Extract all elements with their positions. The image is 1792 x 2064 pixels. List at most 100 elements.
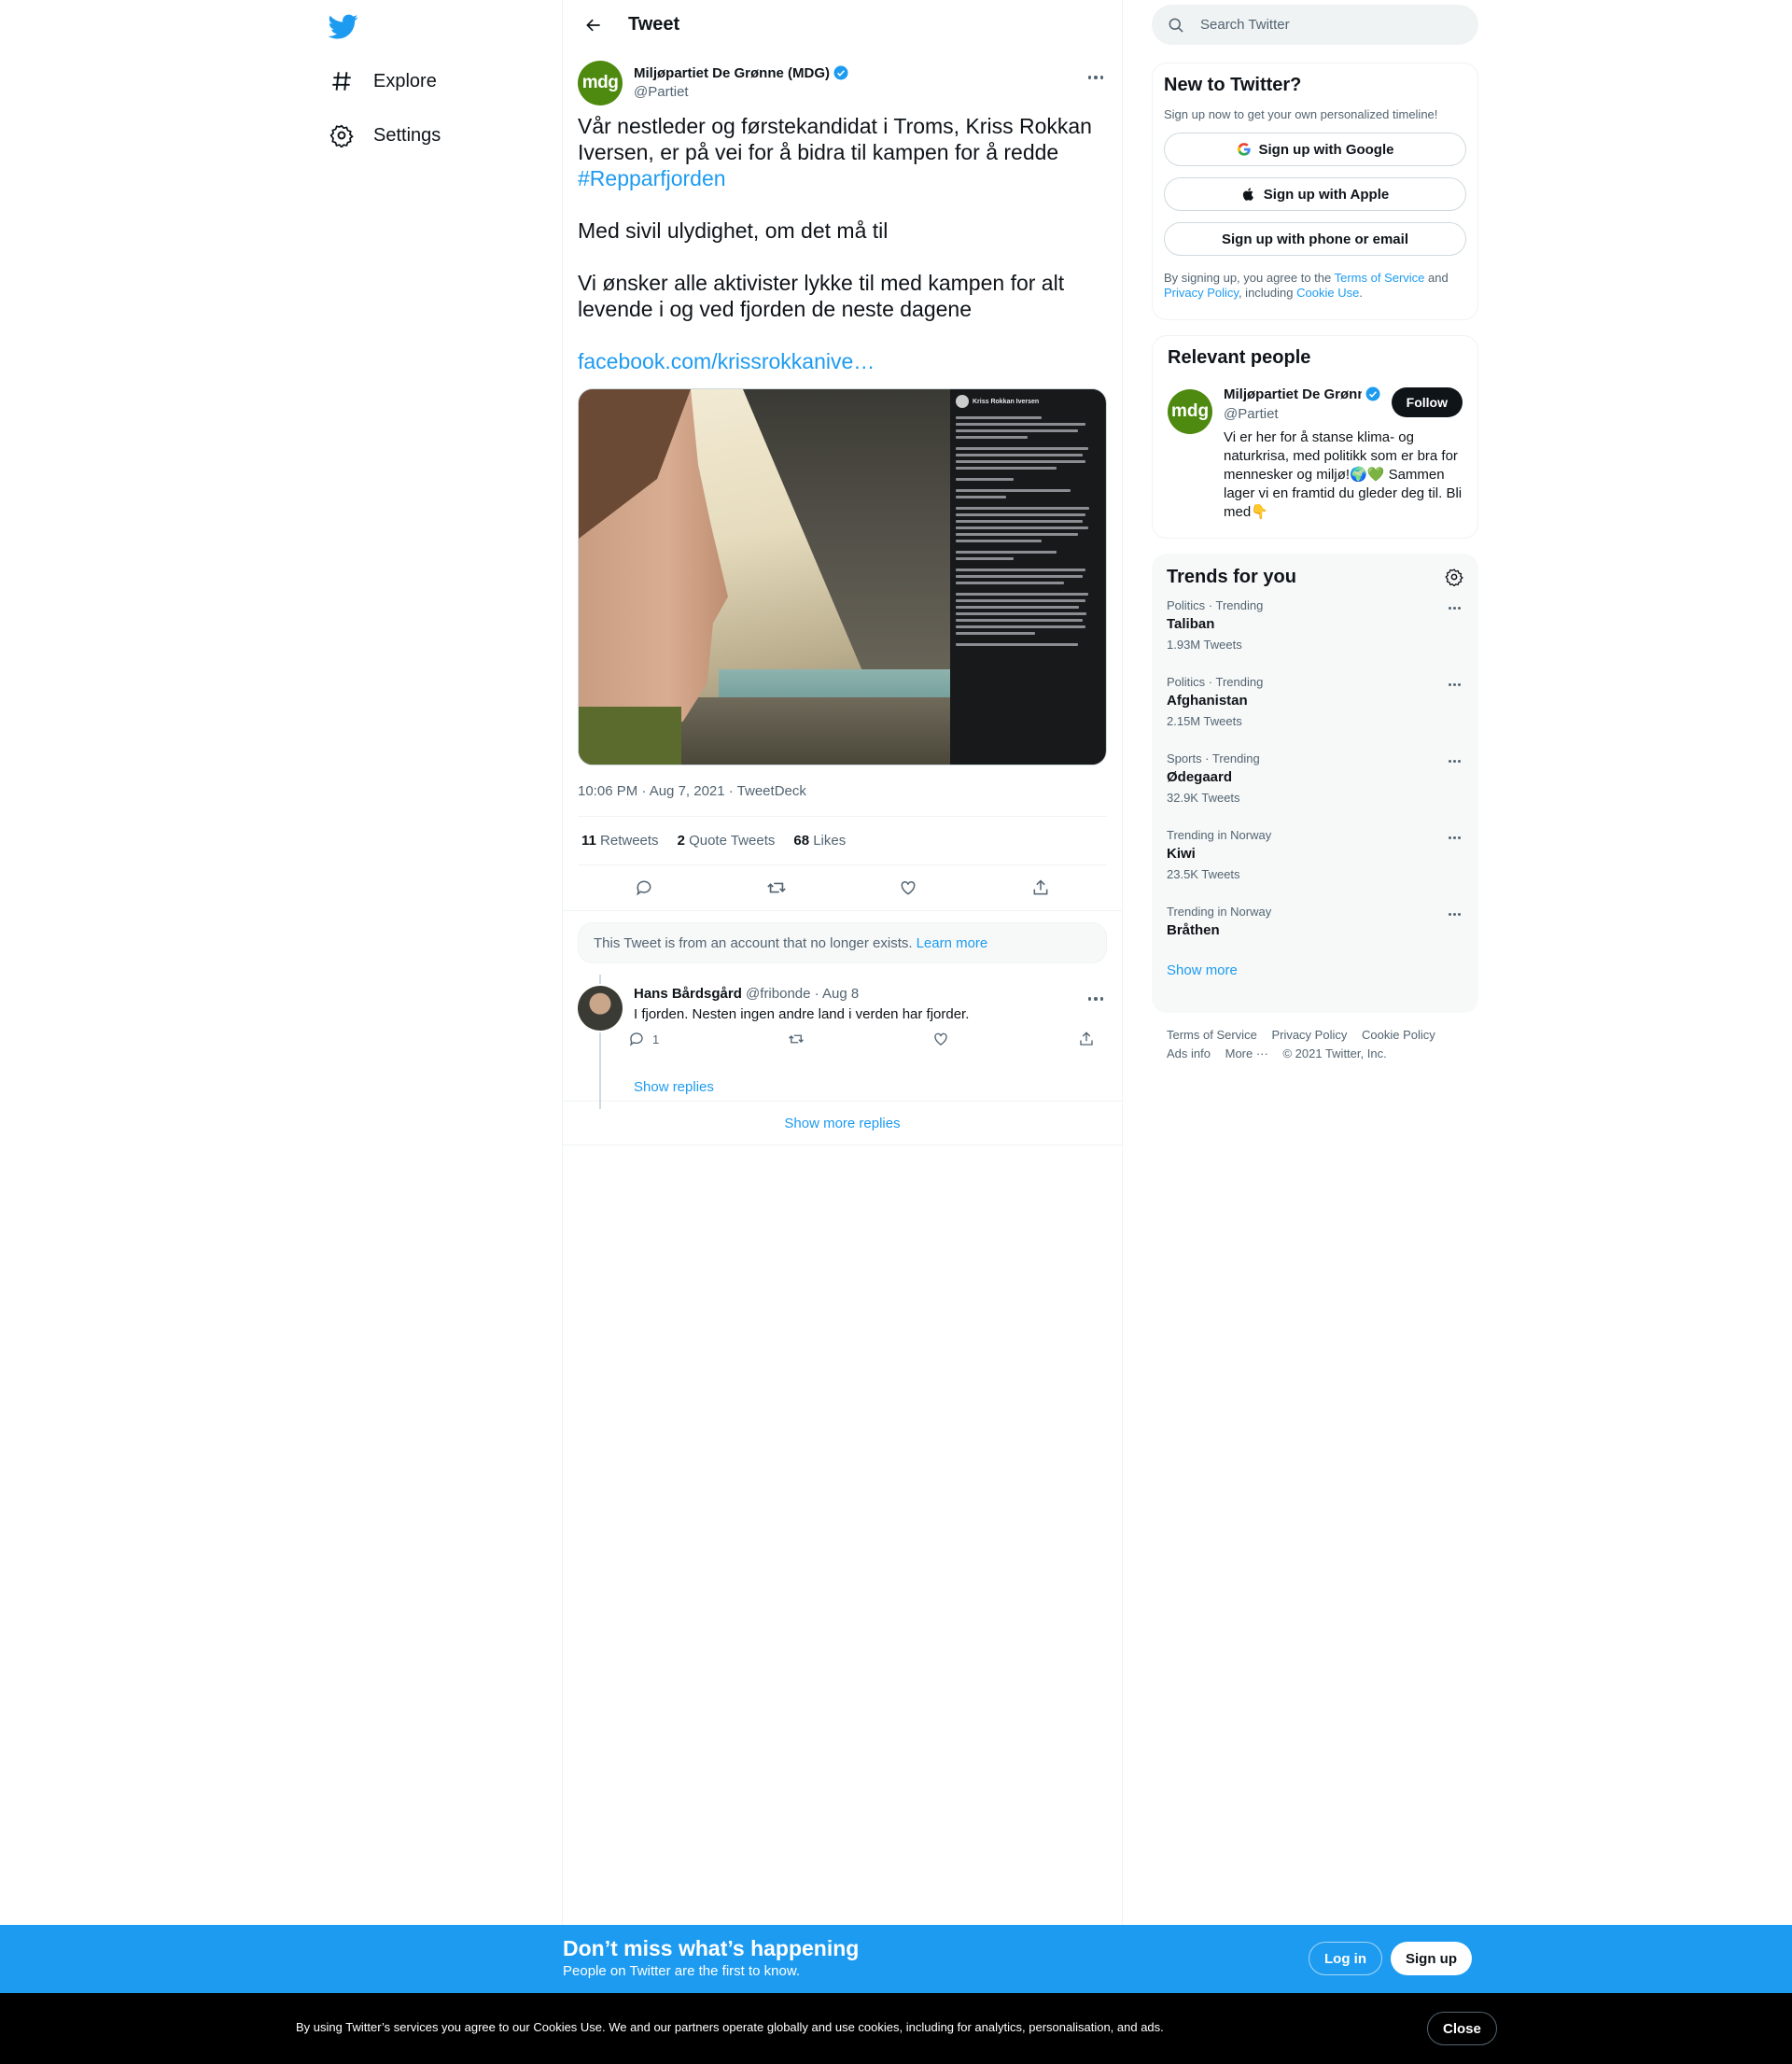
- deleted-account-notice: This Tweet is from an account that no lo…: [578, 922, 1107, 963]
- reply-share-button[interactable]: [1078, 1031, 1095, 1047]
- likes-stat[interactable]: 68 Likes: [793, 833, 846, 849]
- reply-count: 1: [652, 1032, 660, 1046]
- relevant-avatar[interactable]: mdg: [1168, 389, 1212, 434]
- tweet-paragraph-1: Vår nestleder og førstekandidat i Troms,…: [578, 114, 1092, 164]
- learn-more-link[interactable]: Learn more: [917, 935, 988, 951]
- reply-avatar[interactable]: [578, 986, 623, 1031]
- footer-cookie-link[interactable]: Cookie Policy: [1362, 1028, 1435, 1042]
- hashtag-icon: [329, 68, 355, 94]
- reply-retweet-button[interactable]: [788, 1031, 805, 1047]
- footer-copyright: © 2021 Twitter, Inc.: [1282, 1046, 1387, 1060]
- trend-item[interactable]: Trending in Norway Kiwi 23.5K Tweets: [1152, 819, 1478, 895]
- search-input[interactable]: Search Twitter: [1200, 17, 1290, 33]
- tweet-stats: 11 Retweets 2 Quote Tweets 68 Likes: [578, 816, 1107, 865]
- relevant-people-panel: Relevant people mdg Miljøpartiet De Grøn…: [1152, 335, 1478, 539]
- reply-reply-button[interactable]: 1: [628, 1031, 659, 1047]
- terms-link[interactable]: Terms of Service: [1335, 271, 1425, 285]
- external-link[interactable]: facebook.com/krissrokkanive…: [578, 349, 875, 373]
- trend-name: Kiwi: [1167, 846, 1196, 862]
- quote-tweets-stat[interactable]: 2 Quote Tweets: [678, 833, 776, 849]
- trend-count: 23.5K Tweets: [1167, 867, 1240, 881]
- like-icon[interactable]: [892, 872, 924, 904]
- trends-show-more-link[interactable]: Show more: [1152, 962, 1478, 978]
- share-icon[interactable]: [1025, 872, 1057, 904]
- trend-count: 32.9K Tweets: [1167, 791, 1240, 805]
- gear-icon: [329, 122, 355, 148]
- tweet-timestamp[interactable]: 10:06 PM · Aug 7, 2021 · TweetDeck: [563, 765, 1122, 816]
- tweet-text: Vår nestleder og førstekandidat i Troms,…: [563, 113, 1122, 374]
- follow-button[interactable]: Follow: [1391, 387, 1463, 417]
- trend-name: Afghanistan: [1167, 693, 1248, 709]
- nav-explore-label: Explore: [373, 70, 437, 91]
- back-arrow-icon[interactable]: [578, 9, 609, 41]
- author-avatar[interactable]: mdg: [578, 61, 623, 105]
- facebook-post-screenshot: Kriss Rokkan Iversen: [950, 389, 1105, 765]
- trend-more-icon[interactable]: [1445, 677, 1463, 692]
- page-title: Tweet: [628, 14, 680, 35]
- hashtag-link[interactable]: #Repparfjorden: [578, 166, 726, 190]
- login-button[interactable]: Log in: [1309, 1942, 1382, 1975]
- relevant-bio: Vi er her for å stanse klima- og naturkr…: [1224, 429, 1463, 520]
- twitter-bird-icon[interactable]: [328, 11, 358, 41]
- verified-badge-icon: [1365, 386, 1380, 401]
- retweets-stat[interactable]: 11 Retweets: [581, 833, 659, 849]
- cookie-banner: By using Twitter’s services you agree to…: [0, 1993, 1792, 2064]
- signup-legal: By signing up, you agree to the Terms of…: [1164, 271, 1449, 300]
- signup-google-button[interactable]: Sign up with Google: [1164, 133, 1466, 166]
- privacy-link[interactable]: Privacy Policy: [1164, 286, 1239, 300]
- trend-more-icon[interactable]: [1445, 830, 1463, 845]
- cookie-use-link[interactable]: Cookie Use: [1296, 286, 1359, 300]
- signup-apple-label: Sign up with Apple: [1263, 186, 1390, 203]
- new-to-twitter-panel: New to Twitter? Sign up now to get your …: [1152, 63, 1478, 320]
- notice-text: This Tweet is from an account that no lo…: [594, 934, 913, 951]
- reply-tweet[interactable]: Hans Bårdsgård @fribonde · Aug 8 I fjord…: [563, 975, 1122, 1109]
- gear-icon[interactable]: [1445, 568, 1463, 586]
- right-sidebar: Search Twitter New to Twitter? Sign up n…: [1152, 0, 1478, 1076]
- show-replies-link[interactable]: Show replies: [634, 1079, 714, 1095]
- trend-name: Taliban: [1167, 616, 1215, 632]
- top-bar: Tweet: [563, 0, 1122, 49]
- retweet-icon: [788, 1034, 804, 1044]
- relevant-handle[interactable]: @Partiet: [1224, 406, 1279, 422]
- signup-button[interactable]: Sign up: [1391, 1942, 1472, 1975]
- trend-more-icon[interactable]: [1445, 600, 1463, 615]
- post-avatar: [956, 395, 969, 408]
- reply-author-name[interactable]: Hans Bårdsgård: [634, 986, 742, 1002]
- retweet-icon[interactable]: [761, 872, 792, 904]
- reply-icon[interactable]: [628, 872, 660, 904]
- trend-more-icon[interactable]: [1445, 906, 1463, 921]
- nav-explore[interactable]: Explore: [329, 58, 437, 105]
- search-icon: [1169, 18, 1183, 33]
- new-to-twitter-subtitle: Sign up now to get your own personalized…: [1164, 107, 1438, 121]
- more-options-icon[interactable]: [1085, 68, 1107, 87]
- signup-phone-button[interactable]: Sign up with phone or email: [1164, 222, 1466, 256]
- signup-apple-button[interactable]: Sign up with Apple: [1164, 177, 1466, 211]
- show-more-replies-button[interactable]: Show more replies: [563, 1101, 1122, 1145]
- footer-ads-link[interactable]: Ads info: [1167, 1046, 1211, 1060]
- trend-more-icon[interactable]: [1445, 753, 1463, 768]
- tweet-media-image[interactable]: Kriss Rokkan Iversen: [578, 388, 1107, 765]
- trend-context: Sports · Trending: [1167, 751, 1260, 765]
- reply-author-handle[interactable]: @fribonde: [746, 986, 810, 1002]
- reply-actions: 1: [628, 1031, 1095, 1047]
- trend-count: 1.93M Tweets: [1167, 638, 1242, 652]
- relevant-name[interactable]: Miljøpartiet De Grønne (MDG): [1224, 386, 1362, 402]
- trend-context: Politics · Trending: [1167, 598, 1264, 612]
- trend-item[interactable]: Sports · Trending Ødegaard 32.9K Tweets: [1152, 742, 1478, 819]
- footer-privacy-link[interactable]: Privacy Policy: [1271, 1028, 1347, 1042]
- sidebar-footer: Terms of Service Privacy Policy Cookie P…: [1152, 1013, 1478, 1076]
- search-bar[interactable]: Search Twitter: [1152, 5, 1478, 45]
- reply-like-button[interactable]: [932, 1031, 949, 1047]
- trend-item[interactable]: Politics · Trending Taliban 1.93M Tweets: [1152, 589, 1478, 666]
- like-icon: [934, 1032, 948, 1046]
- author-handle[interactable]: @Partiet: [634, 84, 849, 100]
- footer-more-link[interactable]: More ···: [1225, 1046, 1268, 1060]
- footer-terms-link[interactable]: Terms of Service: [1167, 1028, 1257, 1042]
- trend-item[interactable]: Trending in Norway Bråthen: [1152, 895, 1478, 953]
- cookie-close-button[interactable]: Close: [1427, 2012, 1497, 2045]
- reply-date[interactable]: · Aug 8: [815, 986, 860, 1002]
- reply-more-options-icon[interactable]: [1085, 990, 1107, 1008]
- nav-settings[interactable]: Settings: [329, 112, 441, 159]
- trend-item[interactable]: Politics · Trending Afghanistan 2.15M Tw…: [1152, 666, 1478, 742]
- author-name[interactable]: Miljøpartiet De Grønne (MDG): [634, 65, 830, 81]
